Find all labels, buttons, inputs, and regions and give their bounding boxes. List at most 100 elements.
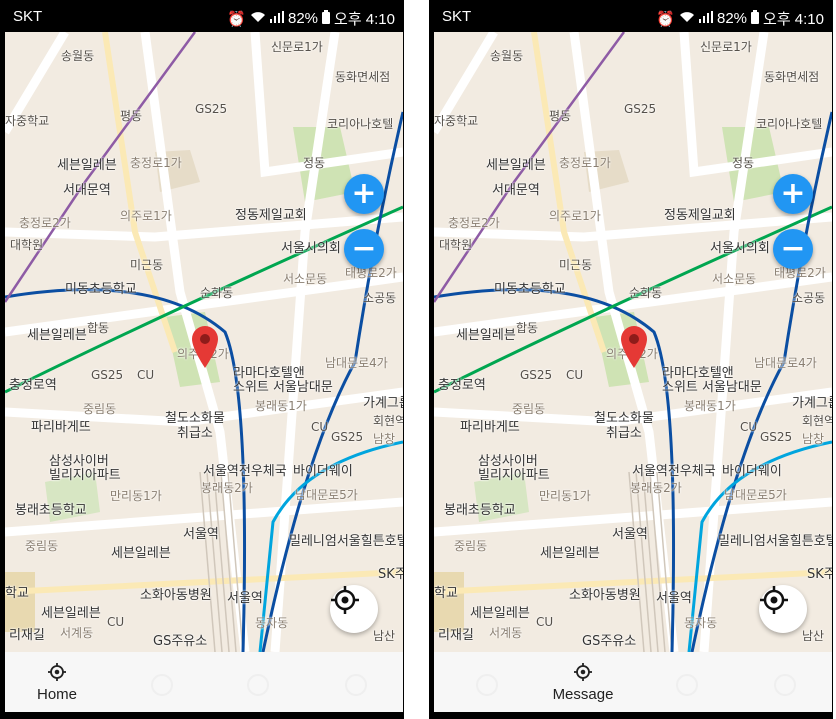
map-label: 빌리지아파트 [49, 468, 121, 483]
map-label: 봉래동2가 [201, 481, 253, 495]
map-label: 신문로1가 [700, 40, 752, 54]
battery-icon [751, 9, 760, 28]
map-label: 남창 [802, 432, 825, 446]
inactive-tab-icon[interactable] [476, 674, 498, 696]
map-label: GS주유소 [153, 634, 208, 649]
locate-icon [48, 662, 66, 681]
map-label: 세븐일레븐 [486, 158, 546, 173]
bottom-navigation: Home [5, 652, 403, 712]
map-label: 밀레니엄서울힐튼호텔 [718, 534, 832, 549]
map-label: 바이더웨이 [722, 464, 782, 479]
nav-tab-active[interactable]: Message [538, 652, 628, 712]
carrier-name: SKT [442, 8, 472, 25]
map-label: GS25 [195, 102, 228, 116]
carrier-name: SKT [13, 8, 43, 25]
map-label: 중림동 [512, 402, 546, 416]
plus-icon: + [351, 176, 377, 211]
map-label: 파리바게뜨 [460, 420, 520, 435]
my-location-button[interactable] [759, 585, 807, 633]
map-label: 서소문동 [712, 272, 757, 286]
map-label: 순화동 [200, 286, 234, 300]
map-label: 밀레니엄서울힐튼호텔 [289, 534, 403, 549]
map-label: 취급소 [177, 426, 213, 441]
map-label: 자중학교 [5, 114, 50, 128]
map-label: GS주유소 [582, 634, 637, 649]
map-label: 서대문역 [63, 183, 111, 198]
map-label: 합동 [516, 321, 539, 335]
map-label: 소화아동병원 [140, 588, 212, 603]
map-label: 서대문역 [492, 183, 540, 198]
bottom-navigation: Message [434, 652, 832, 712]
inactive-tab-icon[interactable] [345, 674, 367, 696]
app-screen: SKT ⏰ 82% 오후 4:10 신문로1가 송월동 동화면세점 GS25 자… [5, 0, 403, 719]
map-label: 리재길 [9, 628, 45, 643]
signal-icon [270, 10, 284, 27]
map-label: 소공동 [792, 291, 826, 305]
map-label: 코리아나호텔 [327, 117, 394, 131]
map-label: 만리동1가 [110, 489, 162, 503]
map-label: 세븐일레븐 [27, 328, 87, 343]
map-label: 취급소 [606, 426, 642, 441]
inactive-tab-icon[interactable] [774, 674, 796, 696]
map-label: 세븐일레븐 [470, 606, 530, 621]
map-label: 서계동 [489, 626, 523, 640]
map-view[interactable]: 신문로1가 송월동 동화면세점 GS25 자중학교 평동 코리아나호텔 세븐일레… [5, 32, 403, 652]
map-label: 충정로역 [438, 378, 486, 393]
map-label: GS25 [624, 102, 657, 116]
crosshair-icon [331, 586, 359, 614]
nav-tab-active[interactable]: Home [27, 652, 87, 712]
map-label: SK주 [807, 567, 832, 582]
map-label: SK주 [378, 567, 403, 582]
inactive-tab-icon[interactable] [247, 674, 269, 696]
map-label: 가계그룹 [792, 396, 832, 411]
inactive-tab-icon[interactable] [151, 674, 173, 696]
map-label: 대학원 [10, 238, 44, 252]
status-right: ⏰ 82% 오후 4:10 [227, 8, 395, 29]
map-label: 평동 [549, 109, 572, 123]
map-label: 가계그룹 [363, 396, 403, 411]
map-label: 스위트 서울남대문 [233, 380, 333, 395]
map-label: 서울역 [227, 591, 263, 606]
map-label: 송월동 [61, 49, 95, 63]
map-label: 서계동 [60, 626, 94, 640]
map-label: 서소문동 [283, 272, 328, 286]
map-label: 송월동 [490, 49, 524, 63]
my-location-button[interactable] [330, 585, 378, 633]
map-label: 서울역전우체국 [632, 464, 716, 479]
phone-screenshot-message: SKT ⏰ 82% 오후 4:10 신문로1가 송월동 동화면세점 GS25 자… [429, 0, 833, 719]
map-label: 세븐일레븐 [111, 546, 171, 561]
map-label: 미동초등학교 [65, 282, 137, 297]
map-label: 학교 [434, 586, 458, 601]
map-label: GS25 [91, 368, 124, 382]
map-label: 서울역 [656, 591, 692, 606]
map-label: 남창 [373, 432, 396, 446]
map-label: 스위트 서울남대문 [662, 380, 762, 395]
wifi-icon [250, 10, 266, 27]
map-label: 바이더웨이 [293, 464, 353, 479]
map-label: CU [536, 615, 554, 629]
app-screen: SKT ⏰ 82% 오후 4:10 신문로1가 송월동 동화면세점 GS25 자… [434, 0, 832, 719]
zoom-out-button[interactable]: − [773, 229, 813, 269]
inactive-tab-icon[interactable] [676, 674, 698, 696]
map-label: 중림동 [83, 402, 117, 416]
location-pin-icon[interactable] [190, 325, 220, 369]
map-label: 충정로2가 [19, 216, 71, 230]
map-label: 서울역 [612, 527, 648, 542]
map-label: 충정로1가 [559, 156, 611, 170]
map-label: 의주로1가 [549, 209, 601, 223]
minus-icon: − [351, 231, 377, 266]
zoom-in-button[interactable]: + [344, 174, 384, 214]
map-label: 세븐일레븐 [456, 328, 516, 343]
zoom-in-button[interactable]: + [773, 174, 813, 214]
map-label: 리재길 [438, 628, 474, 643]
phone-screenshot-home: SKT ⏰ 82% 오후 4:10 신문로1가 송월동 동화면세점 GS25 자… [0, 0, 404, 719]
map-label: 정동제일교회 [235, 208, 307, 223]
map-label: GS25 [760, 430, 793, 444]
map-label: 남산 [373, 629, 396, 643]
map-label: 봉래동2가 [630, 481, 682, 495]
location-pin-icon[interactable] [619, 325, 649, 369]
map-label: 동화면세점 [335, 70, 391, 84]
map-label: 정동제일교회 [664, 208, 736, 223]
zoom-out-button[interactable]: − [344, 229, 384, 269]
map-view[interactable]: 신문로1가 송월동 동화면세점 GS25 자중학교 평동 코리아나호텔 세븐일레… [434, 32, 832, 652]
